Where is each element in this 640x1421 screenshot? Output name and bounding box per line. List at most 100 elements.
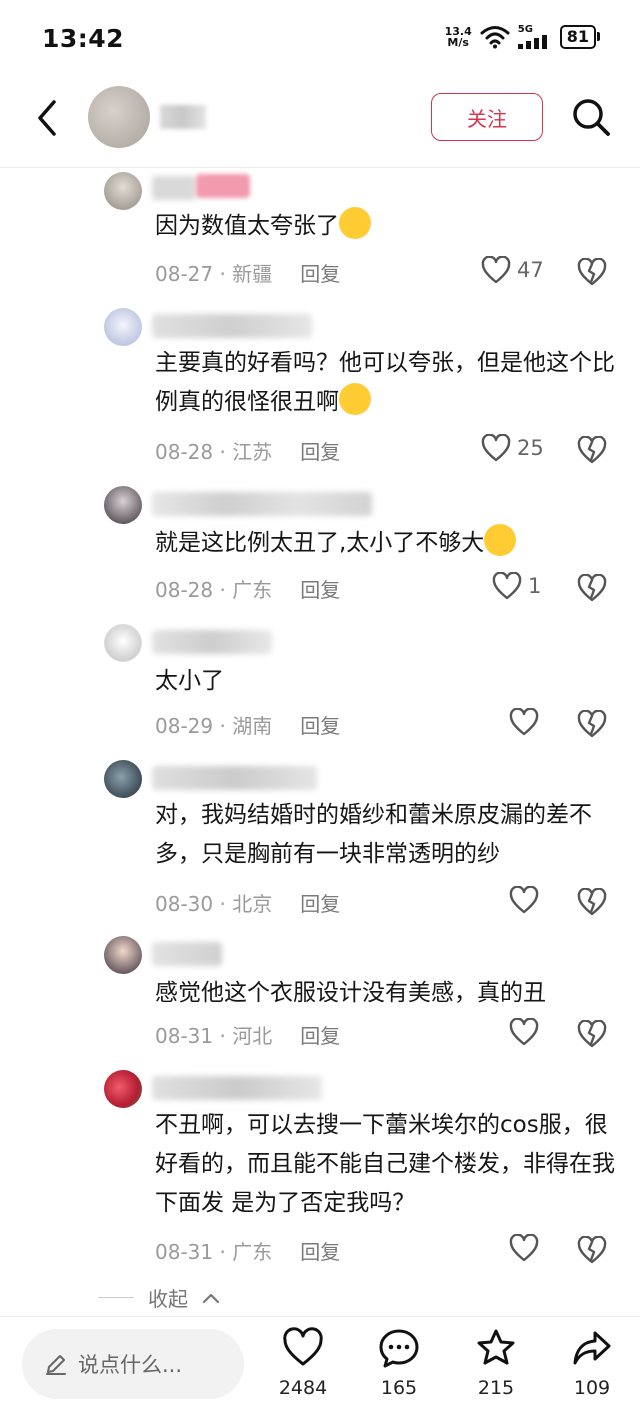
commenter-avatar[interactable] bbox=[104, 1070, 142, 1108]
comment-post-button[interactable]: 165 bbox=[359, 1327, 439, 1399]
reply-button[interactable]: 回复 bbox=[300, 1020, 340, 1049]
comment-location: 湖南 bbox=[232, 714, 273, 738]
post-like-count: 2484 bbox=[278, 1377, 328, 1399]
reply-button[interactable]: 回复 bbox=[300, 1236, 340, 1265]
comment-text-content: 对，我妈结婚时的婚纱和蕾米原皮漏的差不多，只是胸前有一块非常透明的纱 bbox=[155, 802, 592, 867]
comment-date: 08-27 bbox=[155, 262, 214, 286]
chevron-up-icon bbox=[202, 1293, 220, 1303]
reply-button[interactable]: 回复 bbox=[300, 436, 340, 465]
comment-text-content: 不丑啊，可以去搜一下蕾米埃尔的cos服，很好看的，而且能不能自己建个楼发，非得在… bbox=[155, 1112, 615, 1216]
share-post-button[interactable]: 109 bbox=[552, 1327, 632, 1399]
meta-separator: · bbox=[213, 578, 233, 602]
meta-separator: · bbox=[213, 440, 233, 464]
author-avatar[interactable] bbox=[88, 86, 150, 148]
commenter-avatar[interactable] bbox=[104, 936, 142, 974]
back-arrow-icon[interactable] bbox=[30, 98, 66, 138]
commenter-name-redacted[interactable] bbox=[152, 492, 372, 516]
commenter-badge-redacted bbox=[196, 174, 250, 198]
like-button[interactable]: 1 bbox=[492, 572, 541, 600]
commenter-name-redacted[interactable] bbox=[152, 176, 196, 200]
comment-date-location: 08-28 · 广东 bbox=[155, 574, 272, 603]
comment-date-location: 08-28 · 江苏 bbox=[155, 436, 272, 465]
status-icons: 13.4 M/s 5G 81 bbox=[445, 24, 600, 49]
reply-button[interactable]: 回复 bbox=[300, 574, 340, 603]
comment-date-location: 08-30 · 北京 bbox=[155, 888, 272, 917]
like-post-button[interactable]: 2484 bbox=[263, 1327, 343, 1399]
post-favorite-count: 215 bbox=[477, 1377, 515, 1399]
comment-date-location: 08-31 · 河北 bbox=[155, 1020, 272, 1049]
status-bar: 13:42 13.4 M/s 5G 81 bbox=[0, 0, 640, 78]
meta-separator: · bbox=[213, 714, 233, 738]
commenter-avatar[interactable] bbox=[104, 486, 142, 524]
comment-location: 河北 bbox=[232, 1024, 273, 1048]
share-arrow-icon bbox=[573, 1331, 611, 1365]
comment-text-content: 感觉他这个衣服设计没有美感，真的丑 bbox=[155, 980, 546, 1006]
follow-button[interactable]: 关注 bbox=[431, 93, 543, 141]
comment-text[interactable]: 太小了 bbox=[155, 662, 615, 701]
comment-text[interactable]: 因为数值太夸张了 bbox=[155, 207, 615, 246]
search-icon[interactable] bbox=[570, 96, 612, 138]
like-button[interactable] bbox=[509, 886, 539, 914]
broken-heart-icon[interactable] bbox=[577, 1020, 607, 1048]
commenter-avatar[interactable] bbox=[104, 308, 142, 346]
network-type: 5G bbox=[517, 24, 533, 35]
comment-text-content: 就是这比例太丑了,太小了不够大 bbox=[155, 530, 485, 556]
comment-date-location: 08-27 · 新疆 bbox=[155, 258, 272, 287]
comment-location: 北京 bbox=[232, 892, 273, 916]
like-count: 25 bbox=[517, 436, 544, 460]
commenter-avatar[interactable] bbox=[104, 172, 142, 210]
like-button[interactable]: 47 bbox=[481, 256, 544, 284]
heart-outline-icon bbox=[492, 572, 522, 600]
comment-input[interactable]: 说点什么... bbox=[22, 1329, 244, 1399]
commenter-avatar[interactable] bbox=[104, 624, 142, 662]
like-button[interactable]: 25 bbox=[481, 434, 544, 462]
broken-heart-icon[interactable] bbox=[577, 710, 607, 738]
heart-outline-icon bbox=[509, 708, 539, 736]
comment-text[interactable]: 对，我妈结婚时的婚纱和蕾米原皮漏的差不多，只是胸前有一块非常透明的纱 bbox=[155, 796, 615, 874]
post-comment-count: 165 bbox=[380, 1377, 418, 1399]
reply-button[interactable]: 回复 bbox=[300, 258, 340, 287]
comment-date: 08-31 bbox=[155, 1240, 214, 1264]
collapse-label: 收起 bbox=[148, 1287, 188, 1311]
commenter-name-redacted[interactable] bbox=[152, 766, 317, 790]
like-button[interactable] bbox=[509, 708, 539, 736]
broken-heart-icon[interactable] bbox=[577, 258, 607, 286]
favorite-post-button[interactable]: 215 bbox=[456, 1327, 536, 1399]
comment-text[interactable]: 不丑啊，可以去搜一下蕾米埃尔的cos服，很好看的，而且能不能自己建个楼发，非得在… bbox=[155, 1106, 615, 1223]
comment-date: 08-31 bbox=[155, 1024, 214, 1048]
comment-text[interactable]: 主要真的好看吗？他可以夸张，但是他这个比例真的很怪很丑啊 bbox=[155, 344, 615, 422]
heart-outline-icon bbox=[481, 256, 511, 284]
status-time: 13:42 bbox=[42, 24, 125, 53]
commenter-avatar[interactable] bbox=[104, 760, 142, 798]
like-button[interactable] bbox=[509, 1018, 539, 1046]
like-count: 47 bbox=[517, 258, 544, 282]
collapse-replies-button[interactable]: 收起 bbox=[98, 1283, 220, 1312]
comment-text[interactable]: 就是这比例太丑了,太小了不够大 bbox=[155, 524, 615, 563]
comment-text-content: 主要真的好看吗？他可以夸张，但是他这个比例真的很怪很丑啊 bbox=[155, 350, 615, 415]
commenter-name-redacted[interactable] bbox=[152, 1076, 322, 1100]
reply-button[interactable]: 回复 bbox=[300, 888, 340, 917]
broken-heart-icon[interactable] bbox=[577, 574, 607, 602]
like-button[interactable] bbox=[509, 1234, 539, 1262]
commenter-name-redacted[interactable] bbox=[152, 314, 312, 338]
author-name-redacted[interactable] bbox=[160, 105, 206, 129]
heart-outline-icon bbox=[481, 434, 511, 462]
comment-text[interactable]: 感觉他这个衣服设计没有美感，真的丑 bbox=[155, 974, 615, 1013]
comment-date: 08-28 bbox=[155, 440, 214, 464]
commenter-name-redacted[interactable] bbox=[152, 942, 222, 966]
thinking-face-emoji-icon bbox=[339, 207, 371, 239]
meta-separator: · bbox=[213, 262, 233, 286]
meta-separator: · bbox=[213, 1024, 233, 1048]
heart-outline-icon bbox=[509, 1234, 539, 1262]
comment-date: 08-28 bbox=[155, 578, 214, 602]
broken-heart-icon[interactable] bbox=[577, 1236, 607, 1264]
comment-meta: 08-31 · 河北 回复 bbox=[155, 1020, 340, 1049]
comment-date-location: 08-29 · 湖南 bbox=[155, 710, 272, 739]
reply-button[interactable]: 回复 bbox=[300, 710, 340, 739]
signal-bars-icon bbox=[517, 35, 547, 49]
broken-heart-icon[interactable] bbox=[577, 888, 607, 916]
commenter-name-redacted[interactable] bbox=[152, 630, 272, 654]
comment-location: 新疆 bbox=[232, 262, 273, 286]
broken-heart-icon[interactable] bbox=[577, 436, 607, 464]
comment-meta: 08-27 · 新疆 回复 bbox=[155, 258, 340, 287]
